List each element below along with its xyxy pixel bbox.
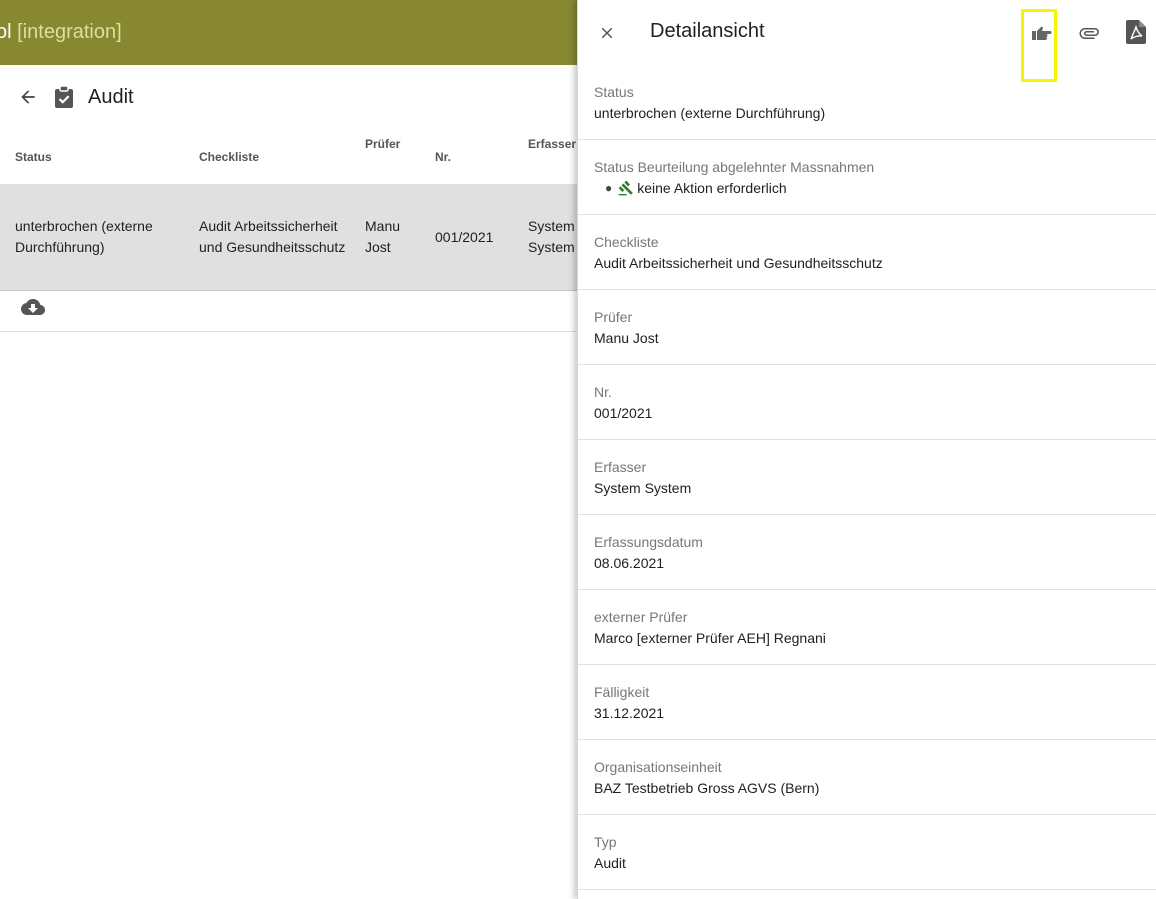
field-typ: Typ Audit (578, 815, 1156, 890)
table-row[interactable]: unterbrochen (externe Durchführung) Audi… (0, 184, 578, 291)
pdf-export-button[interactable] (1126, 20, 1150, 46)
field-bullet-item: ● keine Aktion erforderlich (605, 180, 787, 196)
field-nr: Nr. 001/2021 (578, 365, 1156, 440)
cloud-download-icon (21, 299, 45, 315)
field-value: Marco [externer Prüfer AEH] Regnani (594, 630, 826, 646)
field-value: 001/2021 (594, 405, 653, 421)
app-title-text: ol (0, 21, 12, 43)
app-title: ol [integration] (0, 21, 122, 44)
field-value: Audit (594, 855, 626, 871)
panel-header: Detailansicht (578, 0, 1156, 82)
cell-erfasser: System System (513, 184, 578, 291)
column-header-erfasser[interactable]: Erfasser (513, 129, 578, 184)
back-button[interactable] (16, 85, 40, 109)
gavel-icon (618, 180, 634, 196)
field-pruefer: Prüfer Manu Jost (578, 290, 1156, 365)
field-value: BAZ Testbetrieb Gross AGVS (Bern) (594, 780, 820, 796)
detail-panel: Detailansicht Status unterbrochen (exter… (577, 0, 1156, 899)
page-title: Audit (88, 85, 134, 108)
field-value: 08.06.2021 (594, 555, 665, 571)
field-value: Manu Jost (594, 330, 659, 346)
column-header-checkliste[interactable]: Checkliste (184, 129, 350, 184)
field-label: Erfasser (594, 459, 647, 475)
table-header-row: Status Checkliste Prüfer Nr. Erfasser (0, 129, 578, 184)
field-status: Status unterbrochen (externe Durchführun… (578, 65, 1156, 140)
hand-pointing-button[interactable] (1029, 21, 1053, 45)
field-value: unterbrochen (externe Durchführung) (594, 105, 826, 121)
arrow-back-icon (21, 90, 35, 104)
column-header-status[interactable]: Status (0, 129, 184, 184)
field-label: externer Prüfer (594, 609, 688, 625)
field-label: Status Beurteilung abgelehnter Massnahme… (594, 159, 875, 175)
field-label: Status (594, 84, 634, 100)
field-label: Organisationseinheit (594, 759, 722, 775)
field-status-beurteilung: Status Beurteilung abgelehnter Massnahme… (578, 140, 1156, 215)
field-label: Fälligkeit (594, 684, 650, 700)
field-organisationseinheit: Organisationseinheit BAZ Testbetrieb Gro… (578, 740, 1156, 815)
close-button[interactable] (595, 21, 619, 45)
attachment-button[interactable] (1077, 21, 1101, 45)
field-value: Audit Arbeitssicherheit und Gesundheitss… (594, 255, 883, 271)
audit-table: Status Checkliste Prüfer Nr. Erfasser un… (0, 129, 578, 291)
pdf-file-icon (1126, 20, 1146, 44)
environment-label: [integration] (17, 21, 122, 43)
panel-title: Detailansicht (650, 20, 765, 42)
app-bar: ol [integration] (0, 0, 578, 65)
field-externer-pruefer: externer Prüfer Marco [externer Prüfer A… (578, 590, 1156, 665)
column-header-nr[interactable]: Nr. (420, 129, 513, 184)
page-header: Audit (0, 65, 578, 129)
clipboard-check-icon (53, 85, 75, 109)
download-button[interactable] (21, 295, 45, 319)
column-header-pruefer[interactable]: Prüfer (350, 129, 420, 184)
table-footer (0, 283, 578, 332)
field-erfassungsdatum: Erfassungsdatum 08.06.2021 (578, 515, 1156, 590)
field-faelligkeit: Fälligkeit 31.12.2021 (578, 665, 1156, 740)
cell-pruefer: Manu Jost (350, 184, 420, 291)
cell-checkliste: Audit Arbeitssicherheit und Gesundheitss… (184, 184, 350, 291)
field-value: keine Aktion erforderlich (637, 180, 787, 196)
field-value: System System (594, 480, 692, 496)
field-label: Checkliste (594, 234, 659, 250)
cell-nr: 001/2021 (420, 184, 513, 291)
field-value: 31.12.2021 (594, 705, 665, 721)
field-label: Prüfer (594, 309, 633, 325)
field-erfasser: Erfasser System System (578, 440, 1156, 515)
hand-pointing-icon (1032, 26, 1052, 40)
field-label: Nr. (594, 384, 612, 400)
field-checkliste: Checkliste Audit Arbeitssicherheit und G… (578, 215, 1156, 290)
bullet-dot: ● (605, 181, 613, 195)
close-icon (601, 27, 613, 39)
cell-status: unterbrochen (externe Durchführung) (0, 184, 184, 291)
field-label: Erfassungsdatum (594, 534, 703, 550)
paperclip-icon (1079, 28, 1099, 39)
field-label: Typ (594, 834, 617, 850)
